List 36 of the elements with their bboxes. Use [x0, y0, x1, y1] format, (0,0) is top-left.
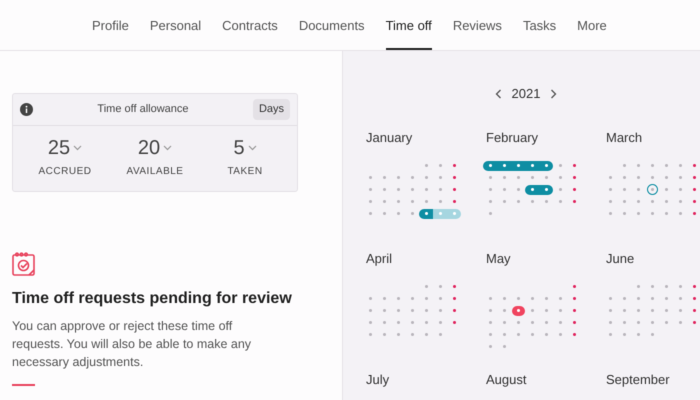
month-name: May: [486, 250, 512, 266]
month-name: April: [366, 250, 394, 266]
month-name: July: [366, 372, 390, 388]
info-icon: [20, 103, 33, 116]
month-name: March: [606, 130, 644, 146]
card-title: Time off allowance: [96, 102, 190, 118]
stat-dropdown[interactable]: 20: [138, 136, 172, 160]
pending-heading: Time off requests pending for review: [12, 289, 293, 309]
chevron-right-icon: [550, 88, 558, 99]
nav-tab[interactable]: Documents: [298, 0, 365, 50]
year-label: 2021: [512, 85, 540, 103]
chevron-left-icon: [494, 88, 502, 99]
month-name: August: [486, 372, 528, 388]
month-name: February: [486, 130, 540, 146]
chevron-down-icon: [163, 145, 172, 151]
next-year-button[interactable]: [550, 88, 558, 99]
stat-label: ACCRUED: [38, 165, 92, 179]
month-name: September: [606, 372, 671, 388]
stat-label: AVAILABLE: [126, 165, 184, 179]
pending-description: You can approve or reject these time off requests. You will also be able to make any necessary adjustments.: [12, 318, 252, 371]
days-button[interactable]: Days: [252, 99, 290, 120]
nav-tab[interactable]: Reviews: [452, 0, 502, 50]
month-name: June: [606, 250, 636, 266]
stat-dropdown[interactable]: 5: [233, 136, 257, 160]
nav-tab[interactable]: Tasks: [522, 0, 556, 50]
nav-tab[interactable]: More: [577, 0, 607, 50]
calendar-check-icon: [12, 252, 36, 277]
nav-tab[interactable]: Contracts: [222, 0, 278, 50]
chevron-down-icon: [73, 145, 82, 151]
nav-tab[interactable]: Profile: [92, 0, 129, 50]
nav-tab[interactable]: Personal: [150, 0, 202, 50]
chevron-down-icon: [248, 145, 257, 151]
month-name: January: [366, 130, 414, 146]
stat-dropdown[interactable]: 25: [48, 136, 82, 160]
stat-label: TAKEN: [227, 165, 263, 179]
previous-year-button[interactable]: [494, 88, 502, 99]
